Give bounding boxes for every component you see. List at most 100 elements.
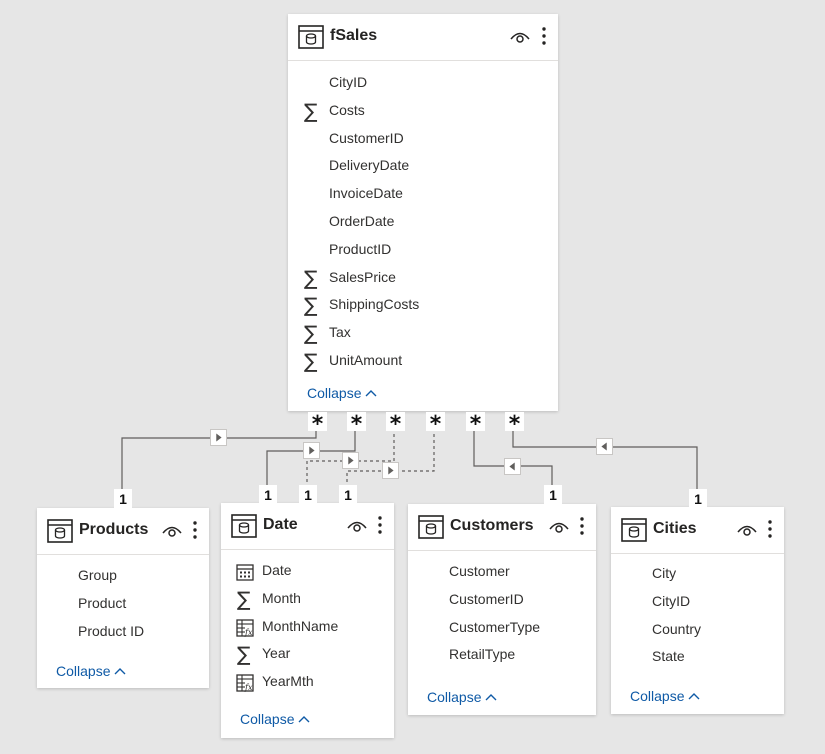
filter-direction-left-icon[interactable] xyxy=(596,438,613,455)
table-header[interactable]: Customers xyxy=(408,504,596,551)
one-cardinality-badge: 1 xyxy=(339,485,357,505)
field-label: City xyxy=(652,565,677,581)
field-item[interactable]: CustomerType xyxy=(449,619,540,639)
table-card-products[interactable]: Products Group Product Product ID Collapse xyxy=(37,508,209,688)
collapse-button[interactable]: Collapse xyxy=(307,385,377,401)
field-label: UnitAmount xyxy=(329,352,403,368)
collapse-label: Collapse xyxy=(240,711,295,727)
table-title: Cities xyxy=(653,520,697,537)
field-item[interactable]: fx YearMth xyxy=(236,673,314,693)
field-label: Product ID xyxy=(78,623,145,639)
field-item[interactable]: Product ID xyxy=(78,623,144,643)
collapse-button[interactable]: Collapse xyxy=(240,711,310,727)
table-title: Products xyxy=(79,521,149,538)
field-item[interactable]: CustomerID xyxy=(329,130,404,150)
one-cardinality-badge: 1 xyxy=(114,489,132,509)
field-item[interactable]: ∑ Year xyxy=(237,642,290,666)
table-icon xyxy=(231,514,257,538)
filter-direction-right-icon[interactable] xyxy=(342,452,359,469)
more-options-icon[interactable] xyxy=(767,519,773,539)
field-item[interactable]: ∑ Month xyxy=(237,587,301,611)
table-card-fsales[interactable]: fSales CityID ∑ Costs CustomerID DeliveryDat… xyxy=(288,14,558,411)
field-item[interactable]: fx MonthName xyxy=(236,617,339,638)
filter-direction-right-icon[interactable] xyxy=(382,462,399,479)
table-header[interactable]: Products xyxy=(37,508,209,555)
field-item[interactable]: State xyxy=(652,648,685,668)
field-item[interactable]: Country xyxy=(652,621,701,641)
field-item[interactable]: Customer xyxy=(449,563,510,583)
field-item[interactable]: Product xyxy=(78,595,126,615)
field-label: CustomerID xyxy=(329,129,404,146)
field-item[interactable]: CityID xyxy=(652,593,690,613)
collapse-button[interactable]: Collapse xyxy=(56,663,126,679)
table-card-date[interactable]: Date Date ∑ Month fx MonthName ∑ Year fx YearMth… xyxy=(221,503,394,738)
table-card-customers[interactable]: Customers Customer CustomerID CustomerType… xyxy=(408,504,596,715)
field-item[interactable]: CustomerID xyxy=(449,591,524,611)
more-options-icon[interactable] xyxy=(192,520,198,540)
collapse-button[interactable]: Collapse xyxy=(630,688,700,704)
one-cardinality-badge: 1 xyxy=(259,485,277,505)
field-item[interactable]: ∑ SalesPrice xyxy=(304,266,396,290)
table-header[interactable]: Cities xyxy=(611,507,784,554)
more-options-icon[interactable] xyxy=(377,515,383,535)
table-icon xyxy=(418,515,444,539)
field-item[interactable]: Date xyxy=(236,562,292,582)
eye-icon[interactable] xyxy=(510,29,530,45)
table-header[interactable]: fSales xyxy=(288,14,558,61)
one-cardinality-badge: 1 xyxy=(689,489,707,509)
eye-icon[interactable] xyxy=(162,523,182,539)
chevron-up-icon xyxy=(485,694,497,701)
field-label: Country xyxy=(652,620,702,637)
sigma-icon: ∑ xyxy=(237,642,251,667)
filter-direction-right-icon[interactable] xyxy=(303,442,320,459)
more-options-icon[interactable] xyxy=(579,516,585,536)
field-label: DeliveryDate xyxy=(329,157,410,174)
many-cardinality-badge: * xyxy=(386,412,405,437)
field-item[interactable]: City xyxy=(652,565,676,585)
eye-icon[interactable] xyxy=(737,522,757,538)
table-icon xyxy=(298,25,324,49)
field-label: State xyxy=(652,648,685,665)
field-item[interactable]: InvoiceDate xyxy=(329,185,403,205)
filter-direction-left-icon[interactable] xyxy=(504,458,521,475)
collapse-button[interactable]: Collapse xyxy=(427,689,497,705)
collapse-label: Collapse xyxy=(307,385,362,401)
field-label: InvoiceDate xyxy=(329,185,403,202)
field-item[interactable]: ∑ Tax xyxy=(304,321,351,345)
model-canvas[interactable]: fSales CityID ∑ Costs CustomerID DeliveryDat… xyxy=(0,0,825,754)
collapse-label: Collapse xyxy=(56,663,111,679)
one-cardinality-badge: 1 xyxy=(544,485,562,505)
sigma-icon: ∑ xyxy=(304,293,318,318)
field-item[interactable]: ∑ ShippingCosts xyxy=(304,293,419,317)
sigma-icon: ∑ xyxy=(304,98,318,123)
field-item[interactable]: OrderDate xyxy=(329,213,394,233)
field-label: MonthName xyxy=(262,617,339,634)
field-item[interactable]: ∑ UnitAmount xyxy=(304,349,403,373)
field-item[interactable]: RetailType xyxy=(449,646,515,666)
field-item[interactable]: CityID xyxy=(329,74,367,94)
table-title: Customers xyxy=(450,517,534,534)
eye-icon[interactable] xyxy=(347,518,367,534)
sigma-icon: ∑ xyxy=(237,586,251,611)
filter-direction-right-icon[interactable] xyxy=(210,429,227,446)
field-label: CityID xyxy=(329,74,368,90)
many-cardinality-badge: * xyxy=(308,412,327,437)
field-item[interactable]: ∑ Costs xyxy=(304,99,365,123)
calendar-icon xyxy=(236,564,254,581)
svg-text:fx: fx xyxy=(244,628,253,637)
more-options-icon[interactable] xyxy=(541,26,547,46)
field-item[interactable]: DeliveryDate xyxy=(329,157,409,177)
table-header[interactable]: Date xyxy=(221,503,394,550)
field-label: OrderDate xyxy=(329,213,395,229)
field-label: RetailType xyxy=(449,646,516,663)
field-label: YearMth xyxy=(262,673,314,690)
eye-icon[interactable] xyxy=(549,519,569,535)
chevron-up-icon xyxy=(298,716,310,723)
sigma-icon: ∑ xyxy=(304,265,318,290)
field-item[interactable]: ProductID xyxy=(329,241,391,261)
field-item[interactable]: Group xyxy=(78,567,117,587)
calculated-column-icon: fx xyxy=(236,618,254,637)
table-card-cities[interactable]: Cities City CityID Country State Collapse xyxy=(611,507,784,714)
chevron-up-icon xyxy=(365,390,377,397)
svg-text:fx: fx xyxy=(244,683,253,692)
